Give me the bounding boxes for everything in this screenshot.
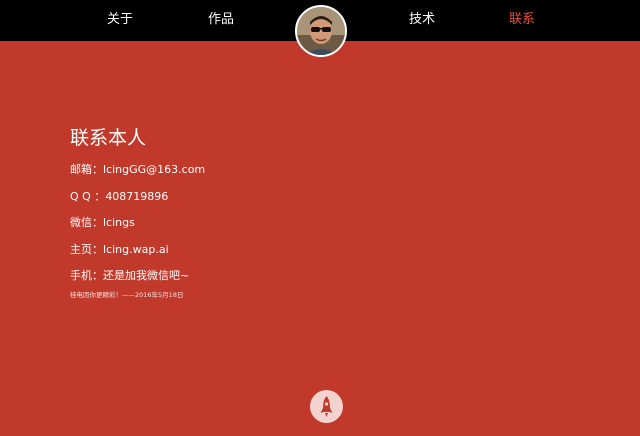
email-value: lcingGG@163.com <box>103 163 206 176</box>
homepage-row: 主页：lcing.wap.ai <box>70 243 570 257</box>
wechat-label: 微信： <box>70 216 103 229</box>
email-row: 邮箱：lcingGG@163.com <box>70 163 570 177</box>
nav-contact[interactable]: 联系 <box>502 11 542 29</box>
phone-row: 手机：还是加我微信吧~ <box>70 269 570 283</box>
wechat-row: 微信：lcings <box>70 216 570 230</box>
back-to-top-button[interactable] <box>310 390 343 423</box>
email-label: 邮箱： <box>70 163 103 176</box>
qq-value: 408719896 <box>105 189 169 203</box>
nav-tech[interactable]: 技术 <box>402 11 442 29</box>
phone-label: 手机： <box>70 269 103 282</box>
contact-section: 联系本人 邮箱：lcingGG@163.com Q Q ：408719896 微… <box>70 124 570 300</box>
footnote: 桂电因你更精彩！——2016年5月18日 <box>70 290 184 299</box>
homepage-value: lcing.wap.ai <box>103 242 169 256</box>
homepage-label: 主页： <box>70 242 103 256</box>
contact-heading: 联系本人 <box>70 127 147 149</box>
wechat-value: lcings <box>103 216 135 229</box>
profile-photo-icon <box>297 7 345 55</box>
qq-row: Q Q ：408719896 <box>70 190 570 204</box>
avatar[interactable] <box>295 5 347 57</box>
phone-value: 还是加我微信吧~ <box>103 269 190 282</box>
nav-about[interactable]: 关于 <box>100 11 140 29</box>
nav-works[interactable]: 作品 <box>201 11 241 29</box>
rocket-icon <box>320 396 333 417</box>
qq-label: Q Q ： <box>70 189 106 203</box>
